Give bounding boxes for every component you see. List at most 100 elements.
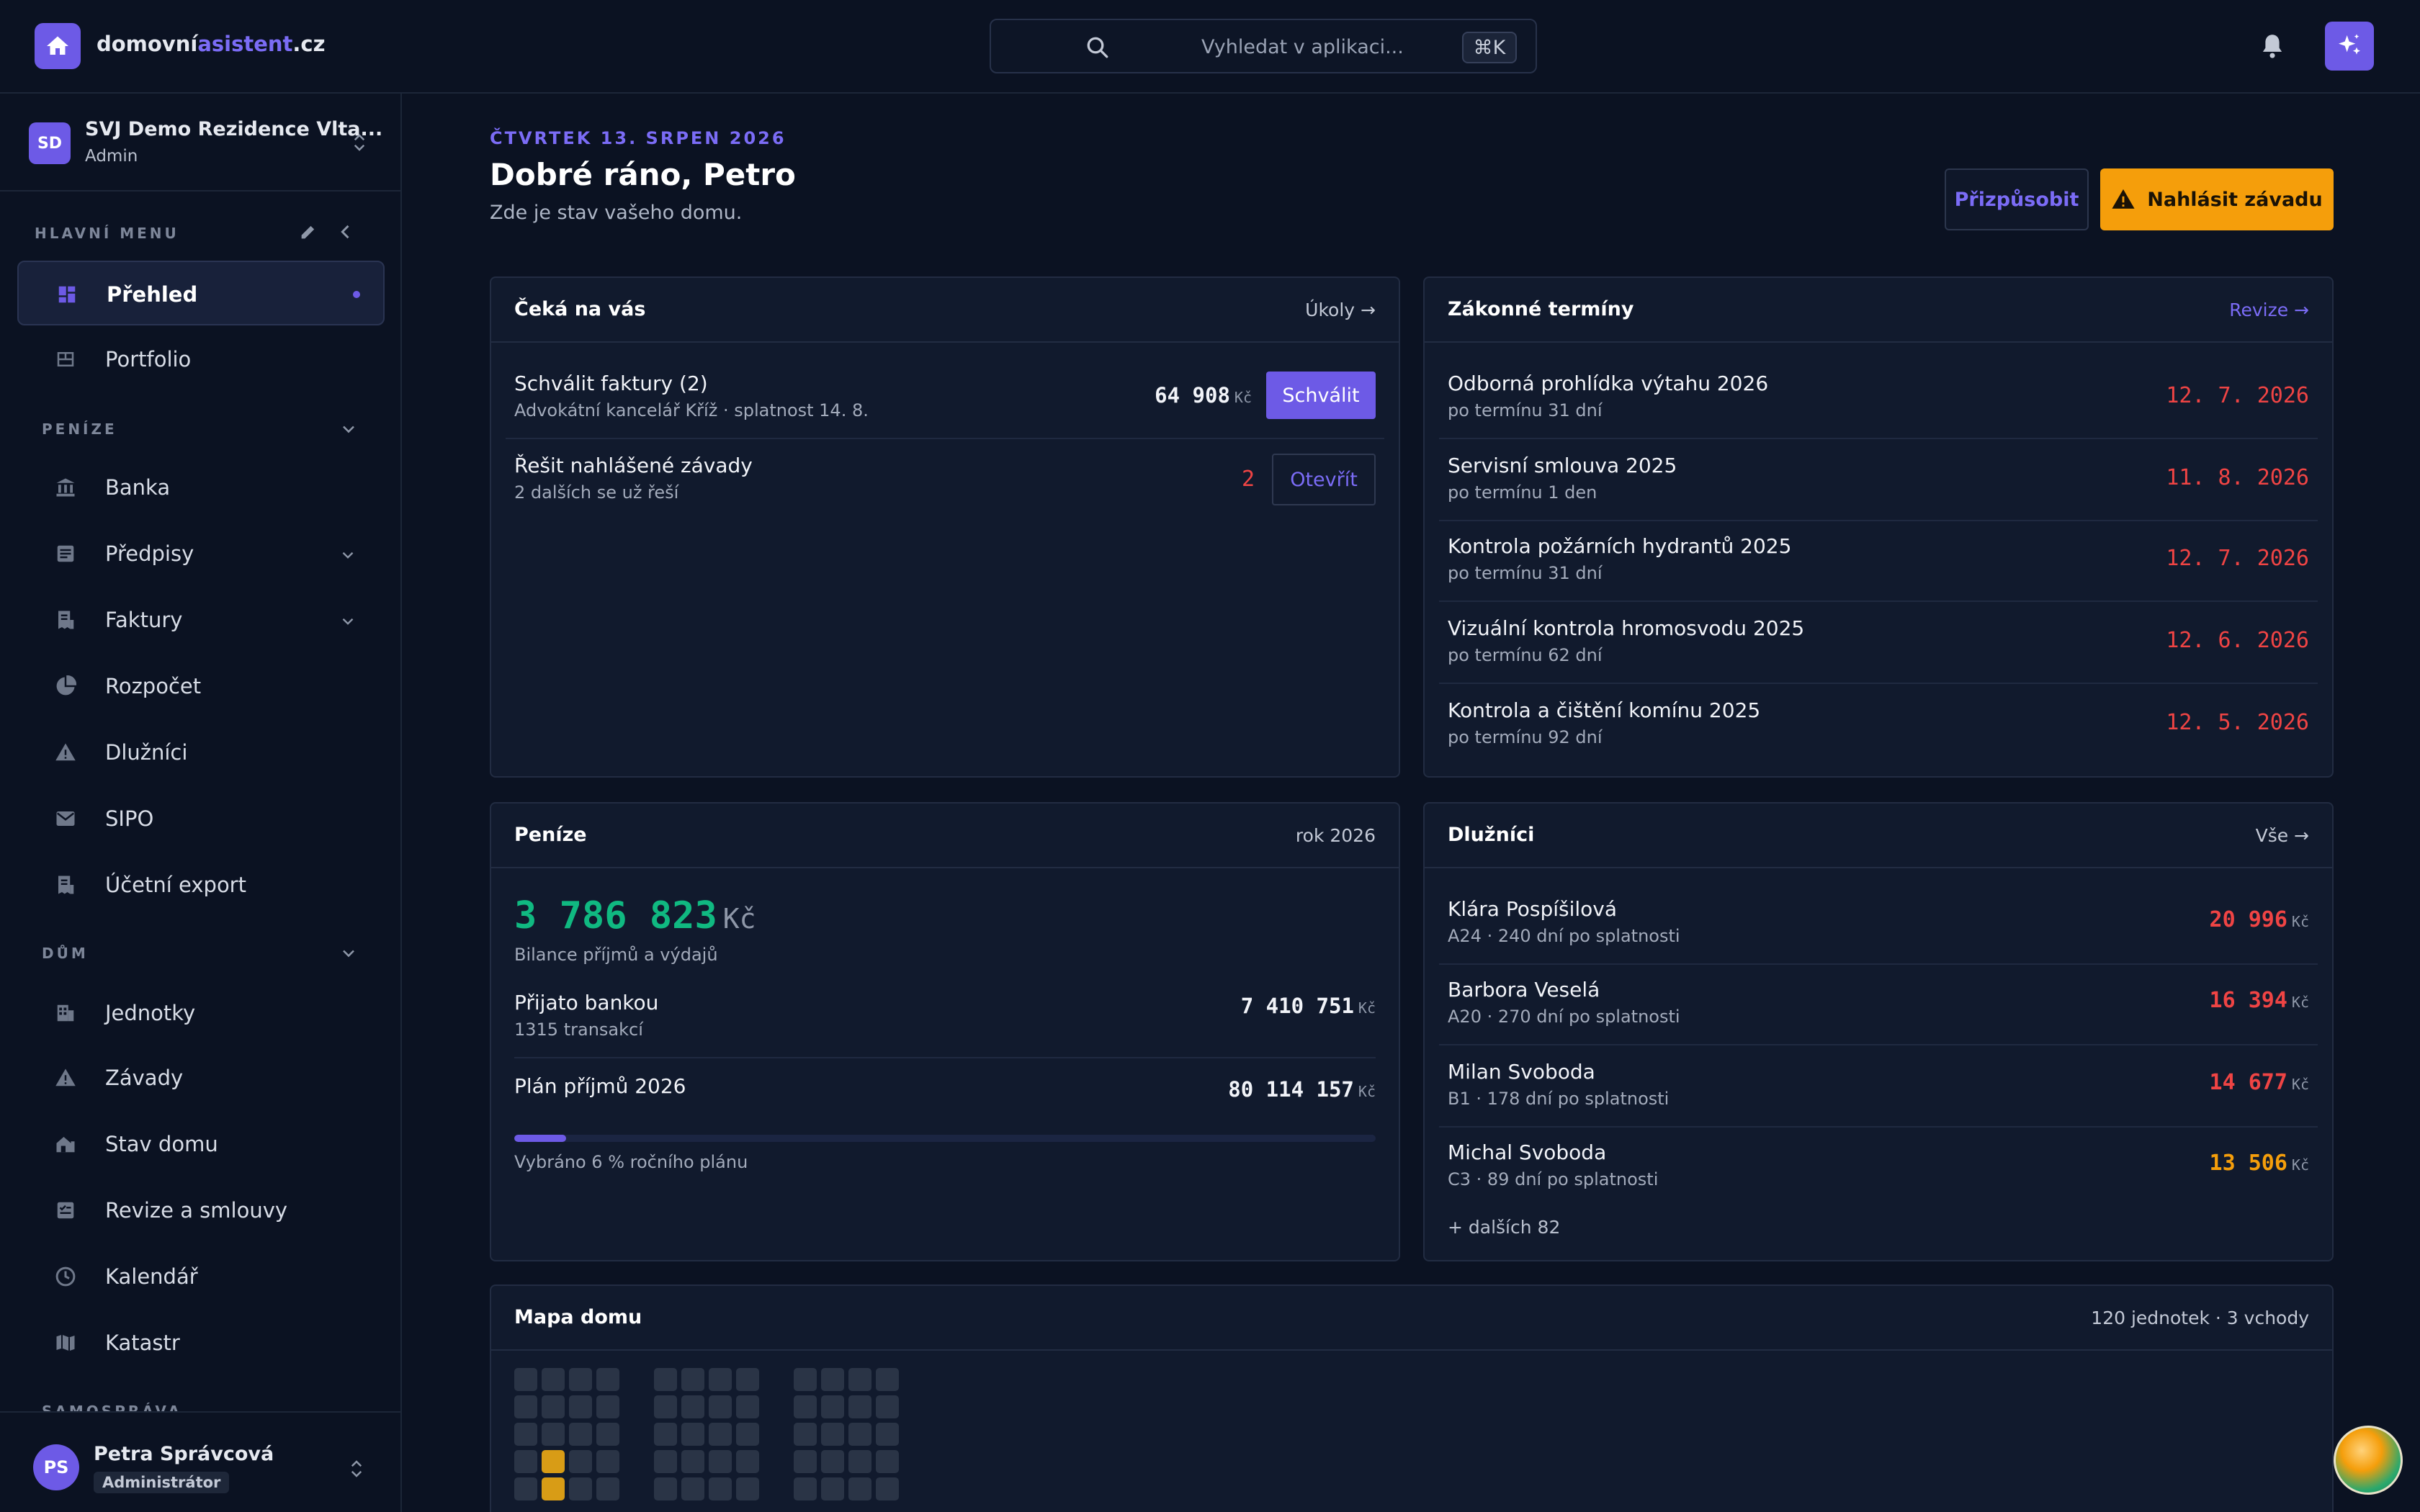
house-unit-cell[interactable] bbox=[821, 1395, 844, 1418]
house-unit-cell[interactable] bbox=[794, 1395, 817, 1418]
debtor-row[interactable]: Barbora Veselá A20 · 270 dní po splatnos… bbox=[1439, 965, 2318, 1045]
more-debtors-link[interactable]: + dalších 82 bbox=[1448, 1217, 1560, 1238]
house-unit-cell[interactable] bbox=[736, 1395, 759, 1418]
house-unit-cell[interactable] bbox=[542, 1423, 565, 1446]
deadline-row[interactable]: Servisní smlouva 2025 po termínu 1 den 1… bbox=[1439, 441, 2318, 521]
org-switcher[interactable]: SD SVJ Demo Rezidence Vlta... Admin bbox=[0, 94, 400, 192]
house-unit-cell[interactable] bbox=[848, 1477, 871, 1500]
house-unit-cell[interactable] bbox=[821, 1368, 844, 1391]
sidebar-item-zavady[interactable]: Závady bbox=[17, 1045, 385, 1110]
house-unit-cell[interactable] bbox=[709, 1450, 732, 1473]
open-button[interactable]: Otevřít bbox=[1272, 454, 1376, 505]
house-unit-cell[interactable] bbox=[654, 1477, 677, 1500]
search-input[interactable]: Vyhledat v aplikaci... ⌘K bbox=[990, 19, 1537, 73]
sidebar-item-banka[interactable]: Banka bbox=[17, 455, 385, 520]
report-issue-button[interactable]: Nahlásit závadu bbox=[2100, 168, 2334, 230]
house-unit-cell[interactable] bbox=[876, 1395, 899, 1418]
revisions-link[interactable]: Revize → bbox=[2229, 300, 2309, 320]
tasks-link[interactable]: Úkoly → bbox=[1305, 300, 1376, 320]
debtor-row[interactable]: Milan Svoboda B1 · 178 dní po splatnosti… bbox=[1439, 1047, 2318, 1128]
house-unit-cell[interactable] bbox=[848, 1450, 871, 1473]
house-unit-cell[interactable] bbox=[794, 1368, 817, 1391]
house-unit-cell[interactable] bbox=[794, 1423, 817, 1446]
debtor-row[interactable]: Klára Pospíšilová A24 · 240 dní po splat… bbox=[1439, 884, 2318, 965]
sidebar-item-kalendar[interactable]: Kalendář bbox=[17, 1244, 385, 1309]
house-unit-cell[interactable] bbox=[876, 1368, 899, 1391]
house-unit-cell[interactable] bbox=[596, 1423, 619, 1446]
deadline-row[interactable]: Vizuální kontrola hromosvodu 2025 po ter… bbox=[1439, 603, 2318, 684]
house-unit-cell[interactable] bbox=[542, 1395, 565, 1418]
house-unit-cell[interactable] bbox=[654, 1423, 677, 1446]
sidebar-item-stav-domu[interactable]: Stav domu bbox=[17, 1112, 385, 1176]
house-unit-cell[interactable] bbox=[848, 1368, 871, 1391]
house-unit-cell[interactable] bbox=[876, 1423, 899, 1446]
sidebar-item-dluznici[interactable]: Dlužníci bbox=[17, 720, 385, 785]
sidebar-item-ucetni-export[interactable]: Účetní export bbox=[17, 852, 385, 917]
house-unit-cell[interactable] bbox=[821, 1450, 844, 1473]
house-unit-cell[interactable] bbox=[794, 1450, 817, 1473]
sidebar-item-sipo[interactable]: SIPO bbox=[17, 786, 385, 851]
sidebar-item-rozpocet[interactable]: Rozpočet bbox=[17, 654, 385, 719]
house-unit-cell[interactable] bbox=[709, 1395, 732, 1418]
chevron-down-icon[interactable] bbox=[339, 419, 359, 439]
house-unit-cell[interactable] bbox=[681, 1477, 704, 1500]
approve-button[interactable]: Schválit bbox=[1266, 372, 1376, 419]
house-unit-cell[interactable] bbox=[736, 1450, 759, 1473]
house-unit-cell[interactable] bbox=[569, 1368, 592, 1391]
sidebar-item-predpisy[interactable]: Předpisy bbox=[17, 521, 385, 586]
chevron-down-icon[interactable] bbox=[339, 943, 359, 963]
sidebar-item-faktury[interactable]: Faktury bbox=[17, 588, 385, 652]
house-unit-cell[interactable] bbox=[654, 1368, 677, 1391]
house-unit-cell[interactable] bbox=[681, 1395, 704, 1418]
house-unit-cell[interactable] bbox=[596, 1477, 619, 1500]
house-unit-cell[interactable] bbox=[569, 1477, 592, 1500]
house-unit-cell[interactable] bbox=[514, 1477, 537, 1500]
house-unit-cell[interactable] bbox=[848, 1423, 871, 1446]
deadline-row[interactable]: Odborná prohlídka výtahu 2026 po termínu… bbox=[1439, 359, 2318, 439]
house-unit-cell[interactable] bbox=[542, 1368, 565, 1391]
logo[interactable] bbox=[35, 23, 81, 69]
assistant-avatar-button[interactable] bbox=[2334, 1426, 2403, 1495]
sidebar-item-katastr[interactable]: Katastr bbox=[17, 1310, 385, 1375]
debtor-row[interactable]: Michal Svoboda C3 · 89 dní po splatnosti… bbox=[1439, 1128, 2318, 1208]
house-unit-cell[interactable] bbox=[569, 1395, 592, 1418]
money-period[interactable]: rok 2026 bbox=[1296, 825, 1376, 846]
house-unit-cell[interactable] bbox=[569, 1423, 592, 1446]
deadline-row[interactable]: Kontrola požárních hydrantů 2025 po term… bbox=[1439, 521, 2318, 602]
house-unit-cell[interactable] bbox=[654, 1395, 677, 1418]
logo-text[interactable]: domovníasistent.cz bbox=[97, 32, 326, 56]
house-unit-cell[interactable] bbox=[514, 1395, 537, 1418]
house-unit-cell[interactable] bbox=[514, 1450, 537, 1473]
house-unit-cell[interactable] bbox=[569, 1450, 592, 1473]
house-unit-cell[interactable] bbox=[542, 1477, 565, 1500]
customize-button[interactable]: Přizpůsobit bbox=[1945, 168, 2089, 230]
ai-assistant-button[interactable] bbox=[2325, 22, 2374, 71]
sidebar-item-revize[interactable]: Revize a smlouvy bbox=[17, 1178, 385, 1243]
house-unit-cell[interactable] bbox=[709, 1477, 732, 1500]
house-unit-cell[interactable] bbox=[514, 1368, 537, 1391]
sidebar-item-prehled[interactable]: Přehled bbox=[17, 261, 385, 325]
house-unit-cell[interactable] bbox=[821, 1477, 844, 1500]
house-unit-cell[interactable] bbox=[654, 1450, 677, 1473]
collapse-sidebar-icon[interactable] bbox=[336, 222, 356, 242]
house-unit-cell[interactable] bbox=[542, 1450, 565, 1473]
house-unit-cell[interactable] bbox=[681, 1450, 704, 1473]
house-unit-cell[interactable] bbox=[736, 1423, 759, 1446]
user-menu[interactable]: PS Petra Správcová Administrátor bbox=[0, 1411, 400, 1512]
house-unit-cell[interactable] bbox=[821, 1423, 844, 1446]
debtors-all-link[interactable]: Vše → bbox=[2256, 825, 2309, 846]
house-unit-cell[interactable] bbox=[681, 1368, 704, 1391]
bell-icon[interactable] bbox=[2257, 30, 2287, 62]
house-unit-cell[interactable] bbox=[736, 1477, 759, 1500]
house-unit-cell[interactable] bbox=[876, 1450, 899, 1473]
edit-icon[interactable] bbox=[298, 222, 318, 242]
house-unit-cell[interactable] bbox=[681, 1423, 704, 1446]
sidebar-item-portfolio[interactable]: Portfolio bbox=[17, 327, 385, 392]
house-unit-cell[interactable] bbox=[848, 1395, 871, 1418]
house-unit-cell[interactable] bbox=[709, 1423, 732, 1446]
house-unit-cell[interactable] bbox=[596, 1395, 619, 1418]
house-unit-cell[interactable] bbox=[709, 1368, 732, 1391]
house-unit-cell[interactable] bbox=[514, 1423, 537, 1446]
house-unit-cell[interactable] bbox=[596, 1450, 619, 1473]
house-unit-cell[interactable] bbox=[876, 1477, 899, 1500]
